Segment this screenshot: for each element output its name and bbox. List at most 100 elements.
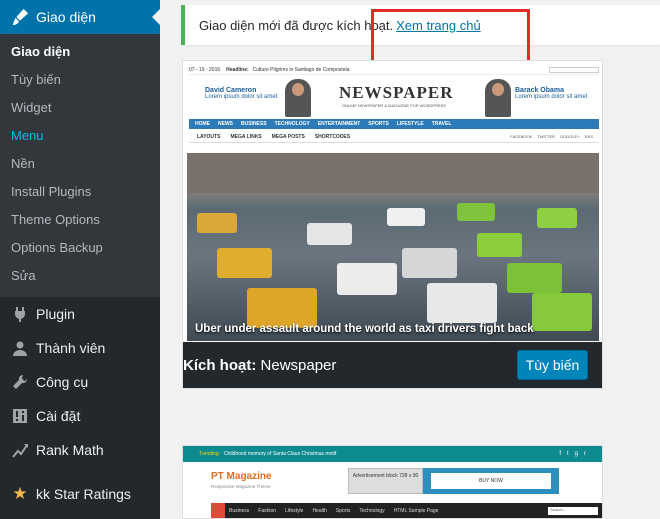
sidebar-item-label: Thành viên (36, 340, 106, 356)
pt-nav-item: Health (312, 507, 327, 514)
sidebar-item-label: Cài đặt (36, 408, 81, 424)
paintbrush-icon (10, 7, 30, 27)
pt-tagline: Responsive Magazine Theme (211, 484, 271, 489)
theme-screenshot[interactable]: 07 - 19 - 2016 Headline: Culture Pilgrim… (183, 61, 602, 342)
sidebar-item-label: Giao diện (36, 9, 96, 25)
pt-nav-item: Sports (335, 507, 351, 514)
submenu-item-customize[interactable]: Tùy biến (0, 66, 160, 94)
np-nav: HOME NEWS BUSINESS TECHNOLOGY ENTERTAINM… (189, 119, 599, 129)
active-status-label: Kích hoạt: (183, 357, 257, 374)
pt-nav-item: Lifestyle (285, 507, 304, 514)
sidebar-item-label: Công cụ (36, 374, 89, 390)
taxi-shape (197, 213, 237, 233)
np-nav-item: ENTERTAINMENT (317, 121, 361, 127)
np-person-left: David Cameron Lorem ipsum dolor sit amet (205, 87, 277, 100)
submenu-item-theme-options[interactable]: Theme Options (0, 206, 160, 234)
np-featured-photo (187, 153, 599, 341)
notice-text: Giao diện mới đã được kích hoạt. (199, 17, 394, 33)
np-nav-item: SPORTS (368, 121, 389, 127)
taxi-shape (247, 288, 317, 328)
pt-logo: PT Magazine (211, 471, 272, 482)
theme-name: Kích hoạt: Newspaper (183, 357, 336, 374)
users-icon (10, 338, 30, 358)
taxi-shape (532, 293, 592, 331)
submenu-item-background[interactable]: Nền (0, 150, 160, 178)
home-icon (211, 503, 225, 518)
np-person-right-name: Barack Obama (515, 87, 565, 94)
submenu-item-options-backup[interactable]: Options Backup (0, 234, 160, 262)
sidebar-item-users[interactable]: Thành viên (0, 331, 160, 365)
sidebar-item-label: Rank Math (36, 442, 104, 458)
sidebar-item-settings[interactable]: Cài đặt (0, 399, 160, 433)
np-topbar: 07 - 19 - 2016 Headline: Culture Pilgrim… (189, 65, 599, 75)
np-headline-label: Headline: (226, 66, 249, 73)
np-nav-item: HOME (195, 121, 210, 127)
pt-social: f t g r (559, 451, 602, 457)
wrench-icon (10, 372, 30, 392)
sidebar-item-appearance[interactable]: Giao diện (0, 0, 160, 34)
np-person-left-sub: Lorem ipsum dolor sit amet (205, 94, 278, 100)
submenu-item-widgets[interactable]: Widget (0, 94, 160, 122)
plugin-icon (10, 304, 30, 324)
sidebar-item-plugins[interactable]: Plugin (0, 297, 160, 331)
taxi-shape (477, 233, 522, 257)
np-nav-item: TECHNOLOGY (274, 121, 310, 127)
np-social-item: GOOGLE+ (560, 134, 580, 139)
np-social: FACEBOOK TWITTER GOOGLE+ RSS (510, 134, 599, 139)
customize-button[interactable]: Tùy biến (517, 350, 588, 380)
np-subnav-item: LAYOUTS (197, 133, 221, 140)
theme-card-footer: Kích hoạt: Newspaper Tùy biến (183, 342, 602, 388)
taxi-shape (402, 248, 457, 278)
facebook-icon: f (559, 451, 561, 457)
highlight-box (371, 9, 530, 65)
np-person-left-name: David Cameron (205, 87, 257, 94)
rank-math-icon (10, 440, 30, 460)
theme-name-text: Newspaper (260, 357, 337, 374)
taxi-shape (387, 208, 425, 226)
taxi-shape (427, 283, 497, 323)
current-menu-arrow (152, 9, 160, 25)
sidebar-item-rank-math[interactable]: Rank Math (0, 433, 160, 467)
np-nav-item: LIFESTYLE (396, 121, 424, 127)
np-caption: Uber under assault around the world as t… (195, 323, 534, 335)
np-person-left-photo (285, 79, 311, 117)
sidebar-item-label: kk Star Ratings (36, 486, 131, 502)
pt-nav-item: HTML Sample Page (393, 507, 439, 514)
np-person-right: Barack Obama Lorem ipsum dolor sit amet (515, 87, 587, 100)
submenu-item-install-plugins[interactable]: Install Plugins (0, 178, 160, 206)
np-subnav-item: SHORTCODES (314, 133, 351, 140)
np-social-item: RSS (584, 134, 593, 139)
np-social-item: FACEBOOK (510, 134, 533, 139)
np-person-right-sub: Lorem ipsum dolor sit amet (515, 94, 588, 100)
np-search-box (549, 66, 599, 73)
submenu-item-themes[interactable]: Giao diện (0, 38, 160, 66)
np-nav-item: BUSINESS (241, 121, 267, 127)
np-social-item: TWITTER (537, 134, 556, 139)
pt-search-box: Search... (548, 506, 598, 515)
np-nav-item: NEWS (218, 121, 233, 127)
pt-ad-banner-text: BUY NOW (431, 473, 551, 489)
np-subnav-item: MEGA POSTS (271, 133, 305, 140)
submenu-item-menus[interactable]: Menu (0, 122, 160, 150)
taxi-shape (217, 248, 272, 278)
submenu-item-editor[interactable]: Sửa (0, 262, 160, 290)
twitter-icon: t (566, 451, 569, 457)
taxi-shape (307, 223, 352, 245)
taxi-shape (537, 208, 577, 228)
np-logo: NEWSPAPER (339, 83, 454, 102)
np-subnav: LAYOUTS MEGA LINKS MEGA POSTS SHORTCODES… (189, 131, 599, 143)
np-tagline: ONLINE NEWSPAPER & MAGAZINE FOR WORDPRES… (342, 103, 446, 108)
active-theme-card[interactable]: 07 - 19 - 2016 Headline: Culture Pilgrim… (182, 60, 603, 389)
pt-trending-text: Childhood memory of Santa Claus Christma… (223, 451, 337, 457)
np-headline: Culture Pilgrims in Santiago de Composte… (252, 66, 350, 73)
theme-card-pt-magazine[interactable]: Trending: Childhood memory of Santa Clau… (182, 445, 603, 519)
star-icon: ★ (12, 484, 28, 503)
pt-nav-item: Fashion (258, 507, 277, 514)
google-plus-icon: g (574, 451, 578, 457)
taxi-shape (457, 203, 495, 221)
taxi-shape (337, 263, 397, 295)
np-subnav-item: MEGA LINKS (230, 133, 262, 140)
rss-icon: r (584, 451, 586, 457)
sidebar-item-tools[interactable]: Công cụ (0, 365, 160, 399)
sidebar-item-kk-star-ratings[interactable]: ★ kk Star Ratings (0, 477, 160, 511)
